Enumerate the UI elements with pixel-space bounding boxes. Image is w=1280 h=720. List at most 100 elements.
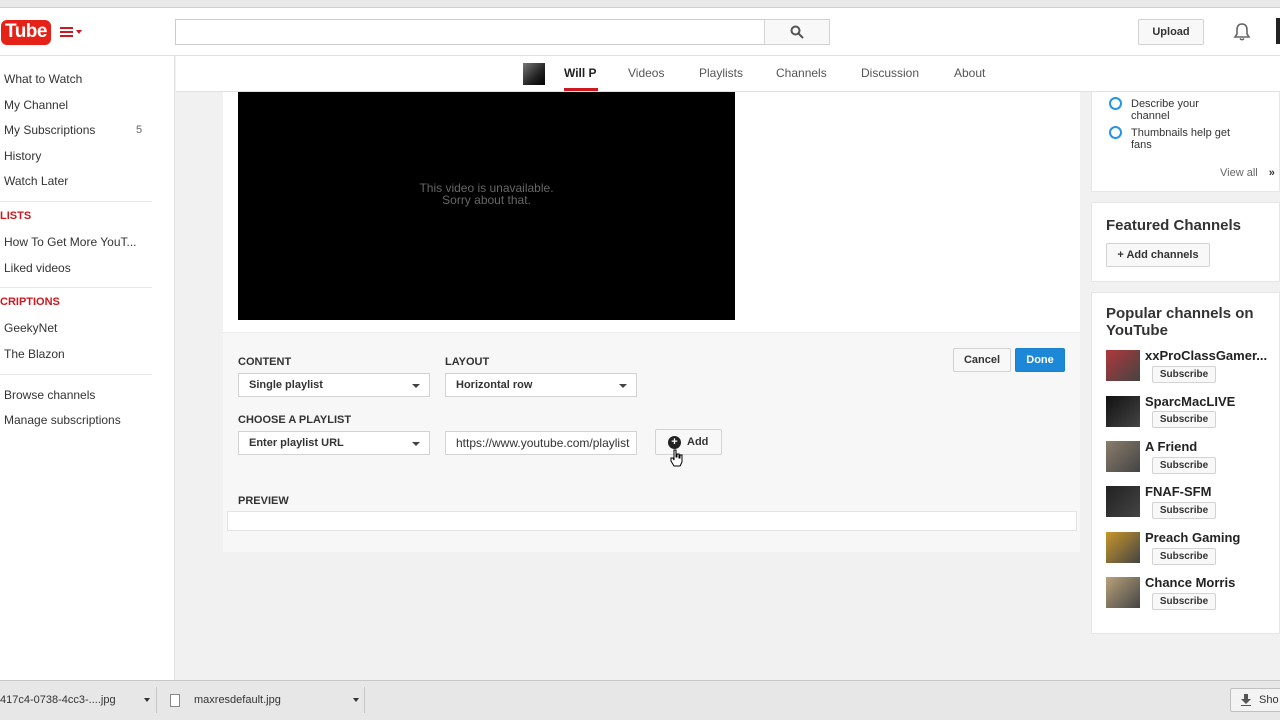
layout-label: LAYOUT [445, 356, 490, 368]
divider [364, 687, 365, 713]
subscribe-button[interactable]: Subscribe [1152, 593, 1216, 610]
layout-value: Horizontal row [456, 379, 533, 391]
logo-text: Tube [1, 19, 51, 45]
tab-channel-home[interactable]: Will P [564, 66, 597, 80]
popular-channels-panel: Popular channels on YouTube xxProClassGa… [1091, 292, 1280, 634]
search-input[interactable] [175, 19, 765, 45]
chevron-down-icon [76, 30, 82, 34]
channel-thumbnail[interactable] [1106, 577, 1140, 608]
menu-icon [60, 27, 73, 37]
show-all-label: Sho [1259, 694, 1279, 706]
cancel-button[interactable]: Cancel [953, 348, 1011, 372]
tab-channels[interactable]: Channels [776, 66, 827, 80]
channel-thumbnail[interactable] [1106, 396, 1140, 427]
youtube-logo[interactable]: Tube [0, 18, 51, 46]
divider [156, 687, 157, 713]
playlist-source-dropdown[interactable]: Enter playlist URL [238, 431, 430, 455]
playlists-heading[interactable]: LISTS [0, 210, 31, 222]
add-label: Add [687, 436, 709, 448]
tab-videos[interactable]: Videos [628, 66, 664, 80]
search-button[interactable] [764, 19, 830, 45]
subscriptions-count: 5 [136, 124, 143, 136]
tip-ring-icon [1109, 126, 1122, 139]
subscribe-button[interactable]: Subscribe [1152, 548, 1216, 565]
channel-thumbnail[interactable] [1106, 532, 1140, 563]
playlist-url-input[interactable]: https://www.youtube.com/playlist [445, 431, 637, 455]
tip-describe-channel[interactable]: Describe your channel [1131, 98, 1231, 122]
channel-thumbnail[interactable] [1106, 441, 1140, 472]
hand-cursor-icon [670, 449, 683, 467]
tab-playlists[interactable]: Playlists [699, 66, 743, 80]
channel-nav: Will P Videos Playlists Channels Discuss… [176, 56, 1280, 92]
masthead: Tube Upload [0, 8, 1280, 56]
channel-thumbnail[interactable] [1106, 350, 1140, 381]
guide-item-history[interactable]: History [4, 149, 41, 163]
guide-item-my-subscriptions[interactable]: My Subscriptions [4, 123, 95, 137]
content-dropdown[interactable]: Single playlist [238, 373, 430, 397]
tab-discussion[interactable]: Discussion [861, 66, 919, 80]
channel-name[interactable]: A Friend [1145, 439, 1275, 454]
download-arrow-icon [1241, 694, 1251, 706]
content-label: CONTENT [238, 356, 292, 368]
view-all-link[interactable]: View all » [1220, 167, 1275, 179]
channel-avatar[interactable] [523, 63, 545, 85]
channel-tips-panel: Describe your channel Thumbnails help ge… [1091, 92, 1280, 192]
channel-name[interactable]: SparcMacLIVE [1145, 394, 1275, 409]
subscribe-button[interactable]: Subscribe [1152, 502, 1216, 519]
divider [0, 287, 152, 288]
content-value: Single playlist [249, 379, 323, 391]
done-button[interactable]: Done [1015, 348, 1065, 372]
channel-thumbnail[interactable] [1106, 486, 1140, 517]
plus-icon: + [668, 435, 681, 449]
playlist-source-value: Enter playlist URL [249, 437, 344, 449]
channel-name[interactable]: Preach Gaming [1145, 530, 1275, 545]
subscriptions-heading[interactable]: CRIPTIONS [0, 296, 60, 308]
download-item-1[interactable]: 417c4-0738-4cc3-....jpg [0, 681, 116, 719]
tab-about[interactable]: About [954, 66, 985, 80]
guide-item-the-blazon[interactable]: The Blazon [4, 347, 65, 361]
show-all-downloads-button[interactable]: Sho [1230, 688, 1280, 712]
layout-dropdown[interactable]: Horizontal row [445, 373, 637, 397]
guide-item-what-to-watch[interactable]: What to Watch [4, 72, 82, 86]
chevron-right-icon: » [1268, 167, 1275, 179]
download-item-2[interactable]: maxresdefault.jpg [170, 681, 281, 719]
channel-name[interactable]: FNAF-SFM [1145, 484, 1275, 499]
divider [0, 374, 152, 375]
bookmarks-bar [0, 0, 1280, 8]
guide-item-my-channel[interactable]: My Channel [4, 98, 68, 112]
guide-item-liked-videos[interactable]: Liked videos [4, 261, 71, 275]
featured-channels-title: Featured Channels [1106, 217, 1242, 234]
guide-item-geekynet[interactable]: GeekyNet [4, 321, 57, 335]
subscribe-button[interactable]: Subscribe [1152, 366, 1216, 383]
account-edge [1276, 18, 1280, 44]
chevron-down-icon[interactable] [353, 698, 359, 702]
add-channels-button[interactable]: + Add channels [1106, 243, 1210, 267]
guide-item-manage-subscriptions[interactable]: Manage subscriptions [4, 413, 121, 427]
file-icon [170, 693, 180, 707]
chevron-down-icon[interactable] [144, 698, 150, 702]
video-player[interactable]: This video is unavailable. Sorry about t… [238, 92, 735, 320]
guide-item-browse-channels[interactable]: Browse channels [4, 388, 95, 402]
section-editor-card: This video is unavailable. Sorry about t… [223, 92, 1080, 552]
channel-name[interactable]: Chance Morris [1145, 575, 1275, 590]
popular-channels-title: Popular channels on YouTube [1106, 305, 1254, 339]
downloads-bar: 417c4-0738-4cc3-....jpg maxresdefault.jp… [0, 680, 1280, 720]
divider [0, 201, 152, 202]
guide-menu-button[interactable] [60, 22, 88, 42]
tip-thumbnails[interactable]: Thumbnails help get fans [1131, 127, 1231, 151]
subscribe-button[interactable]: Subscribe [1152, 411, 1216, 428]
bell-icon[interactable] [1232, 22, 1252, 42]
featured-channels-panel: Featured Channels + Add channels [1091, 202, 1280, 282]
guide-sidebar: What to Watch My Channel My Subscription… [0, 56, 175, 680]
view-all-label: View all [1220, 167, 1258, 179]
message-line-2: Sorry about that. [442, 193, 531, 207]
active-tab-indicator [564, 88, 598, 91]
channel-name[interactable]: xxProClassGamer... [1145, 348, 1275, 363]
guide-item-watch-later[interactable]: Watch Later [4, 174, 68, 188]
download-filename: 417c4-0738-4cc3-....jpg [0, 694, 116, 706]
guide-item-playlist[interactable]: How To Get More YouT... [4, 235, 137, 249]
tip-ring-icon [1109, 97, 1122, 110]
upload-button[interactable]: Upload [1138, 19, 1204, 45]
subscribe-button[interactable]: Subscribe [1152, 457, 1216, 474]
add-playlist-button[interactable]: + Add [655, 429, 722, 455]
